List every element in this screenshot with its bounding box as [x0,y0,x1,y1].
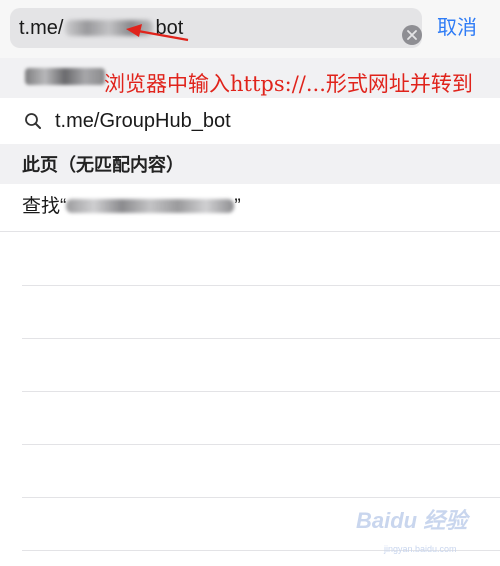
list-divider [22,338,500,339]
url-field[interactable]: t.me/bot [10,8,422,48]
list-divider [22,497,500,498]
url-prefix: t.me/ [19,17,64,39]
baidu-watermark: Baidu 经验 [356,508,468,533]
address-bar: t.me/bot 取消 [0,0,500,58]
find-prefix: 查找“ [22,196,67,217]
suggestion-text: t.me/GroupHub_bot [55,110,231,132]
list-divider [22,444,500,445]
find-on-page-row[interactable]: 查找“ ” [0,184,500,232]
redacted-text [25,68,105,85]
section-title: 此页（无匹配内容） [22,155,184,175]
watermark-url: jingyan.baidu.com [384,544,457,554]
find-suffix: ” [234,196,241,217]
clear-icon[interactable] [402,25,422,45]
search-icon [25,113,41,129]
list-divider [22,391,500,392]
arrow-icon [126,24,189,42]
annotation-text: 浏览器中输入https://...形式网址并转到 [104,72,473,96]
list-divider [22,285,500,286]
search-suggestion[interactable]: t.me/GroupHub_bot [0,98,500,144]
on-this-page-header: 此页（无匹配内容） [0,144,500,184]
cancel-button[interactable]: 取消 [437,15,477,41]
find-text: 查找“ ” [22,195,241,219]
redacted-query [66,199,235,213]
